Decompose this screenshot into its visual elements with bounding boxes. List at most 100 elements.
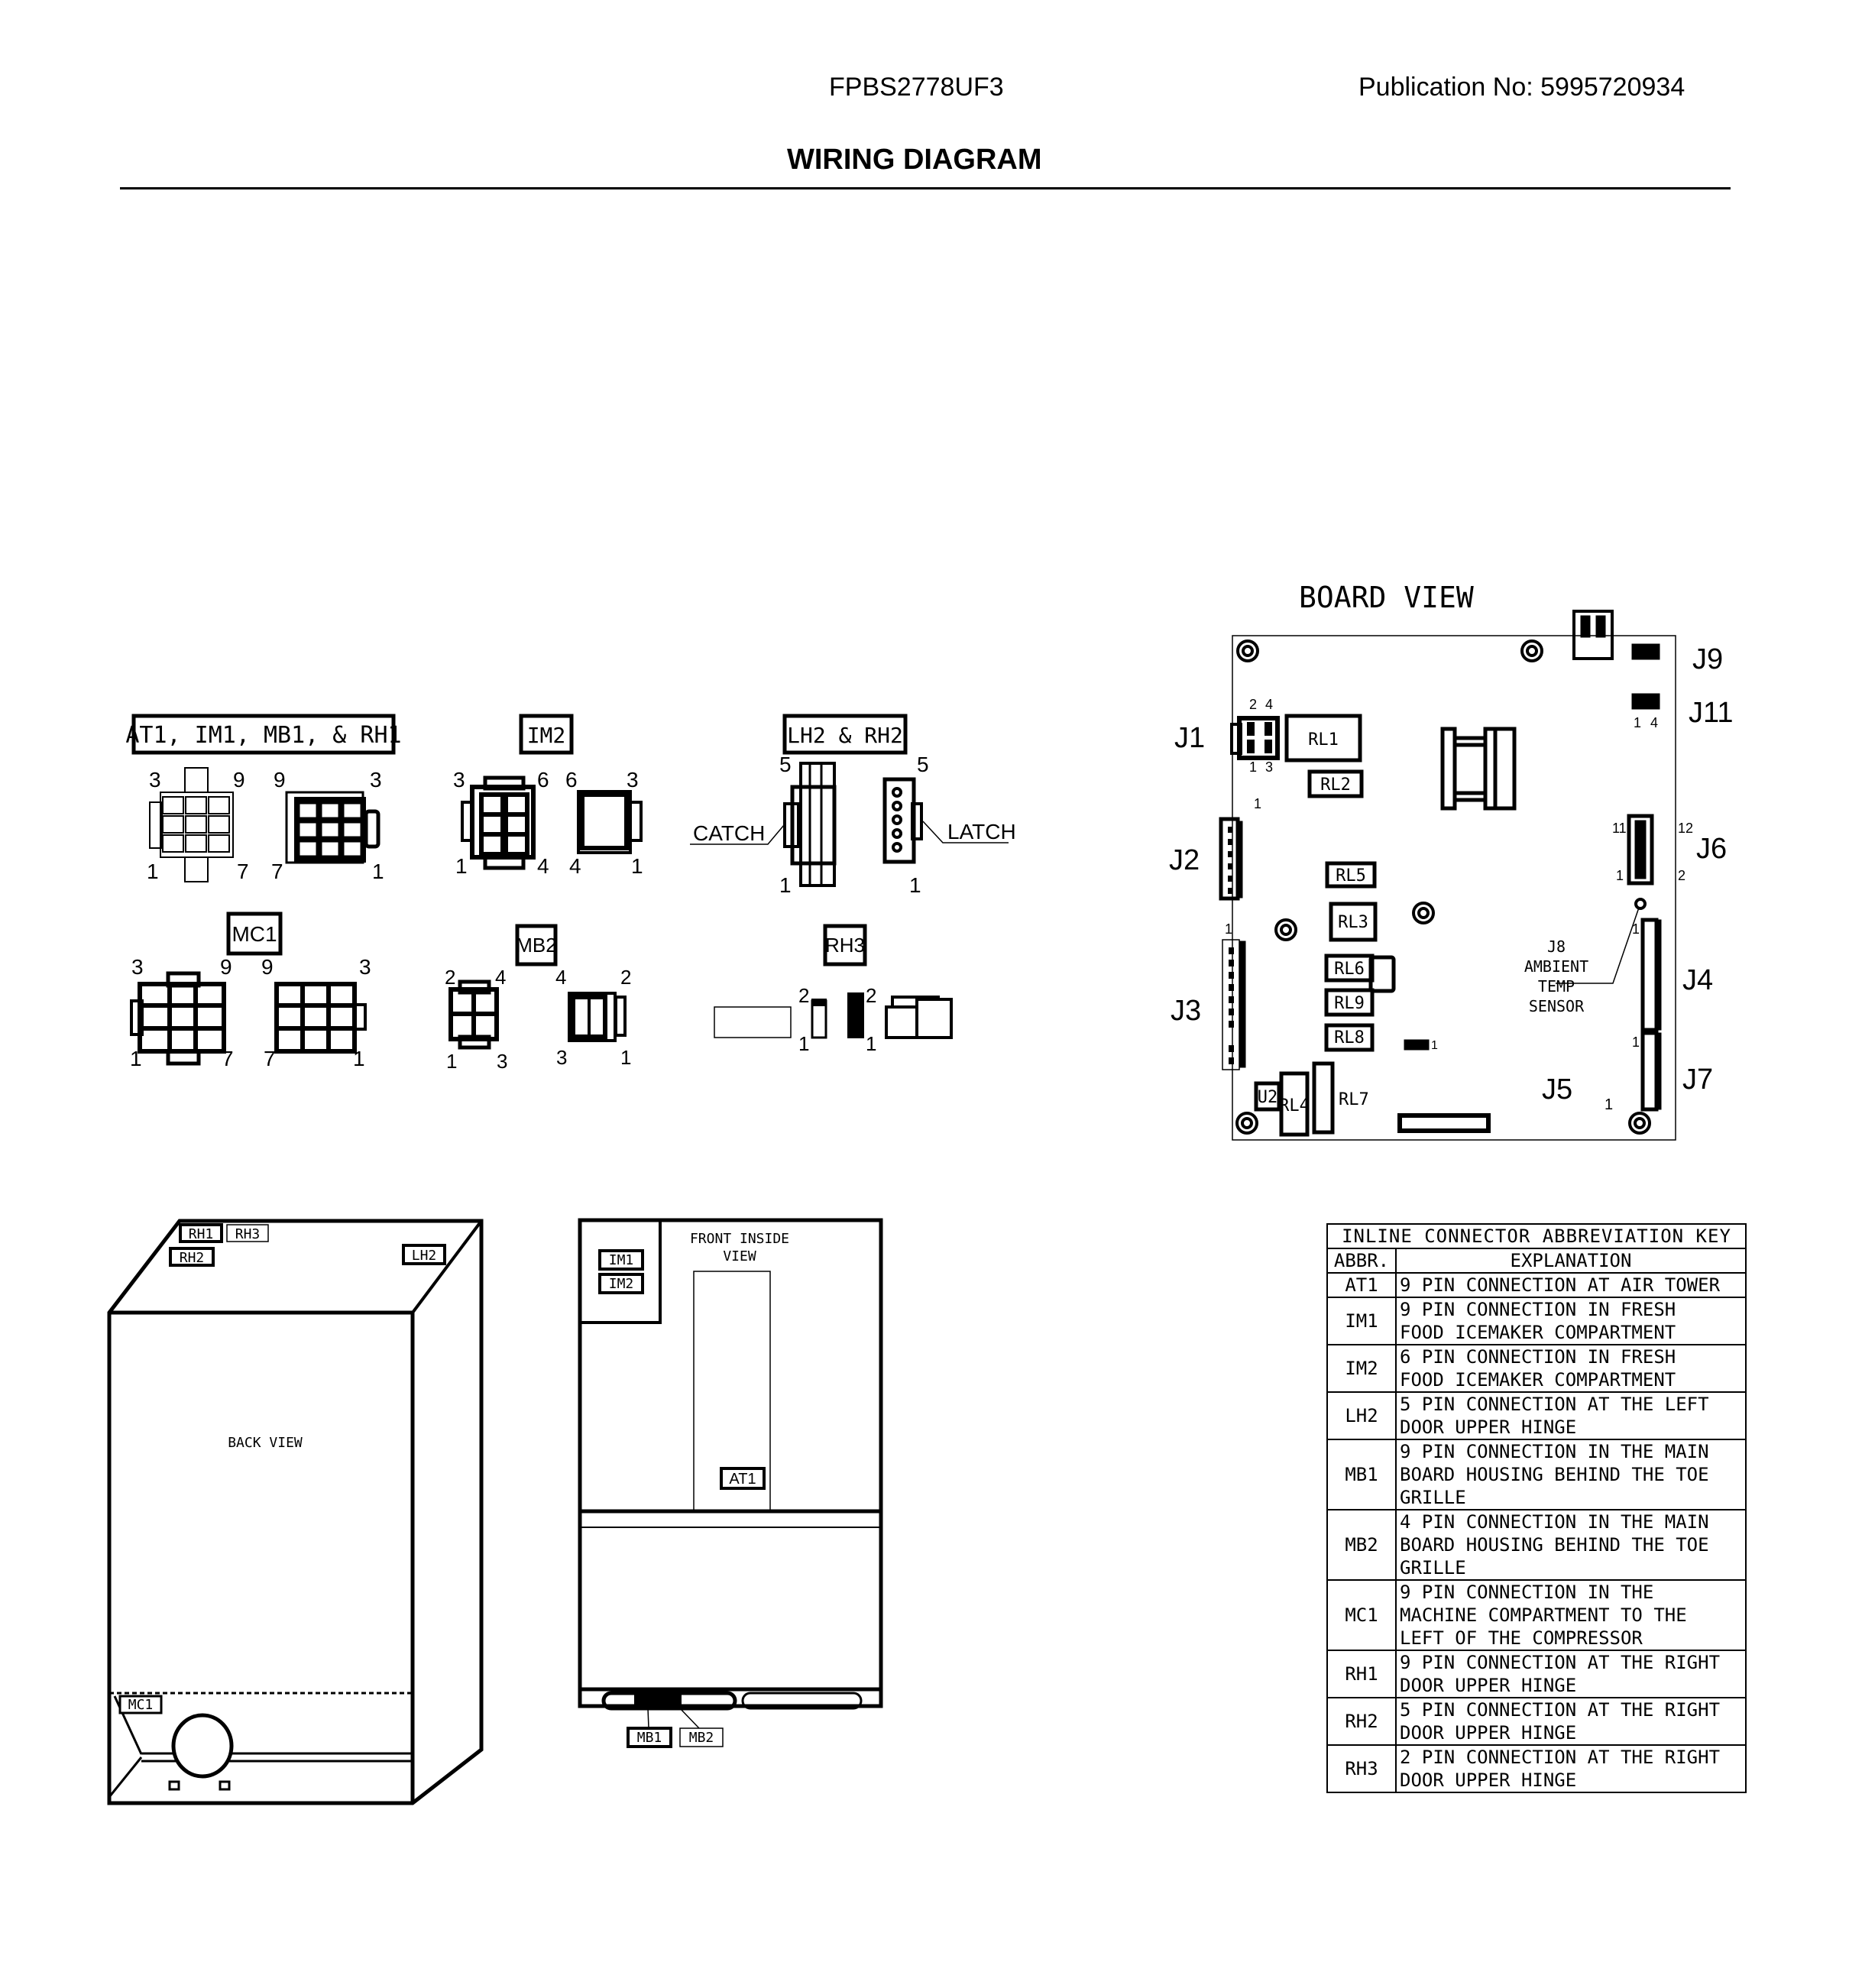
connector-mb2: MB2 2 4 1 3 4 2 3 1	[445, 924, 631, 1073]
pin-label: 3	[149, 768, 161, 792]
key-table-header-abbr: ABBR.	[1326, 1248, 1397, 1274]
jack-label-j7: J7	[1682, 1064, 1713, 1096]
pin-label: 4	[1265, 697, 1273, 712]
pin-label: 3	[370, 768, 382, 792]
explanation-cell: 9 PIN CONNECTION IN THE MACHINE COMPARTM…	[1395, 1579, 1747, 1651]
at1-housing-left	[160, 792, 234, 858]
pin-label: 4	[537, 854, 549, 878]
pin-label: 1	[866, 1032, 876, 1055]
back-view-label: BACK VIEW	[228, 1435, 303, 1451]
key-table-header-explanation: EXPLANATION	[1395, 1248, 1747, 1274]
explanation-cell: 9 PIN CONNECTION AT THE RIGHT DOOR UPPER…	[1395, 1650, 1747, 1698]
j8-label-line: TEMP	[1538, 977, 1575, 996]
u2-label: U2	[1258, 1088, 1278, 1107]
pin-label: 7	[222, 1047, 234, 1070]
j8-label-line: AMBIENT	[1524, 957, 1588, 976]
relay-label: RL5	[1336, 866, 1366, 886]
pin-label: 3	[497, 1050, 507, 1073]
pin-label: 1	[909, 873, 921, 897]
front-view-label-line: FRONT INSIDE	[690, 1231, 789, 1247]
pin-label: 1	[1431, 1039, 1438, 1052]
table-row: RH3 2 PIN CONNECTION AT THE RIGHT DOOR UP…	[1326, 1744, 1747, 1793]
jack-label-j3: J3	[1171, 995, 1201, 1027]
latch-label: LATCH	[947, 820, 1016, 843]
pin-label: 12	[1678, 821, 1693, 836]
abbr-cell: AT1	[1326, 1272, 1397, 1298]
relay-label: RL9	[1334, 994, 1365, 1013]
pin-label: 5	[779, 753, 792, 776]
relay-label: RL7	[1339, 1090, 1369, 1109]
explanation-cell: 9 PIN CONNECTION IN FRESH FOOD ICEMAKER …	[1395, 1297, 1747, 1345]
pin-label: 1	[1605, 1096, 1613, 1113]
back-view-cabinet: RH1 RH3 RH2 LH2 MC1 BACK VIEW	[107, 1219, 484, 1805]
table-row: RH2 5 PIN CONNECTION AT THE RIGHT DOOR UP…	[1326, 1697, 1747, 1746]
pin-label: 2	[866, 984, 876, 1007]
location-tag-im1: IM1	[609, 1252, 634, 1268]
pin-label: 1	[1634, 715, 1641, 730]
location-tag-lh2: LH2	[412, 1248, 437, 1264]
pin-label: 7	[237, 860, 249, 883]
explanation-cell: 9 PIN CONNECTION IN THE MAIN BOARD HOUSI…	[1395, 1439, 1747, 1510]
front-view-label-line: VIEW	[723, 1248, 756, 1264]
abbr-cell: MC1	[1326, 1579, 1397, 1651]
explanation-cell: 5 PIN CONNECTION AT THE LEFT DOOR UPPER …	[1395, 1391, 1747, 1440]
relay-rl7	[1312, 1061, 1335, 1135]
pin-label: 3	[359, 955, 371, 979]
pin-label: 3	[1265, 759, 1273, 775]
connector-rh3-title: RH3	[825, 934, 865, 957]
table-row: MB1 9 PIN CONNECTION IN THE MAIN BOARD HO…	[1326, 1439, 1747, 1510]
relay-label: RL6	[1334, 960, 1365, 979]
j5-connector	[1397, 1113, 1491, 1133]
location-tag-rh1: RH1	[189, 1226, 214, 1242]
small-header	[1404, 1039, 1430, 1051]
pin-label: 7	[264, 1047, 276, 1070]
abbreviation-key-table: INLINE CONNECTOR ABBREVIATION KEY ABBR. …	[1326, 1223, 1747, 1793]
pin-label: 4	[555, 966, 566, 989]
location-tag-at1: AT1	[729, 1471, 756, 1488]
pin-label: 2	[620, 966, 631, 989]
connector-mb2-title: MB2	[516, 934, 556, 957]
transformer	[1440, 727, 1517, 811]
pin-label: 7	[271, 860, 283, 883]
pin-label: 1	[372, 860, 384, 883]
circuit-board-outline	[1232, 635, 1676, 1141]
pin-label: 6	[537, 768, 549, 792]
abbr-cell: LH2	[1326, 1391, 1397, 1440]
explanation-cell: 6 PIN CONNECTION IN FRESH FOOD ICEMAKER …	[1395, 1344, 1747, 1393]
abbr-cell: RH2	[1326, 1697, 1397, 1746]
front-inside-view: FRONT INSIDE VIEW IM1 IM2 AT1 MB1 MB2	[578, 1218, 883, 1748]
j7-connector	[1640, 1031, 1659, 1112]
table-row: AT1 9 PIN CONNECTION AT AIR TOWER	[1326, 1272, 1747, 1298]
catch-label: CATCH	[693, 821, 765, 845]
pin-label: 1	[446, 1050, 457, 1073]
j4-connector	[1640, 918, 1659, 1032]
jack-label-j11: J11	[1689, 697, 1733, 729]
relay-label: RL2	[1320, 775, 1351, 795]
connector-mc1: MC1 3 9 1 7 9 3 7 1	[130, 911, 371, 1070]
abbr-cell: RH1	[1326, 1650, 1397, 1698]
pin-label: 1	[798, 1032, 809, 1055]
relay-label: RL1	[1308, 730, 1339, 750]
j11-header	[1631, 693, 1660, 710]
pin-label: 1	[1254, 796, 1261, 811]
pin-label: 1	[1632, 1034, 1640, 1050]
explanation-cell: 4 PIN CONNECTION IN THE MAIN BOARD HOUSI…	[1395, 1509, 1747, 1581]
relay-label: RL4	[1279, 1096, 1310, 1115]
location-tag-rh3: RH3	[235, 1226, 261, 1242]
table-row: IM1 9 PIN CONNECTION IN FRESH FOOD ICEMAK…	[1326, 1297, 1747, 1345]
pin-label: 1	[1632, 921, 1640, 937]
table-row: LH2 5 PIN CONNECTION AT THE LEFT DOOR UPP…	[1326, 1391, 1747, 1440]
explanation-cell: 2 PIN CONNECTION AT THE RIGHT DOOR UPPER…	[1395, 1744, 1747, 1793]
jack-label-j5: J5	[1542, 1073, 1572, 1106]
connector-at1-group: AT1, IM1, MB1, & RH1 3 9 1 7 9 3 7 1	[125, 714, 402, 883]
connector-at1-group-title: AT1, IM1, MB1, & RH1	[125, 722, 401, 749]
pin-label: 1	[620, 1046, 631, 1069]
abbr-cell: IM1	[1326, 1297, 1397, 1345]
pin-label: 2	[1249, 697, 1257, 712]
toe-grille-connector-block	[634, 1695, 682, 1708]
pin-label: 9	[274, 768, 286, 792]
jack-label-j6: J6	[1696, 833, 1727, 865]
connector-lh2-rh2: LH2 & RH2 5 1 5 1 CATCH LATCH	[690, 714, 1016, 897]
pin-label: 1	[455, 854, 468, 878]
j8-label-line: SENSOR	[1529, 997, 1585, 1015]
